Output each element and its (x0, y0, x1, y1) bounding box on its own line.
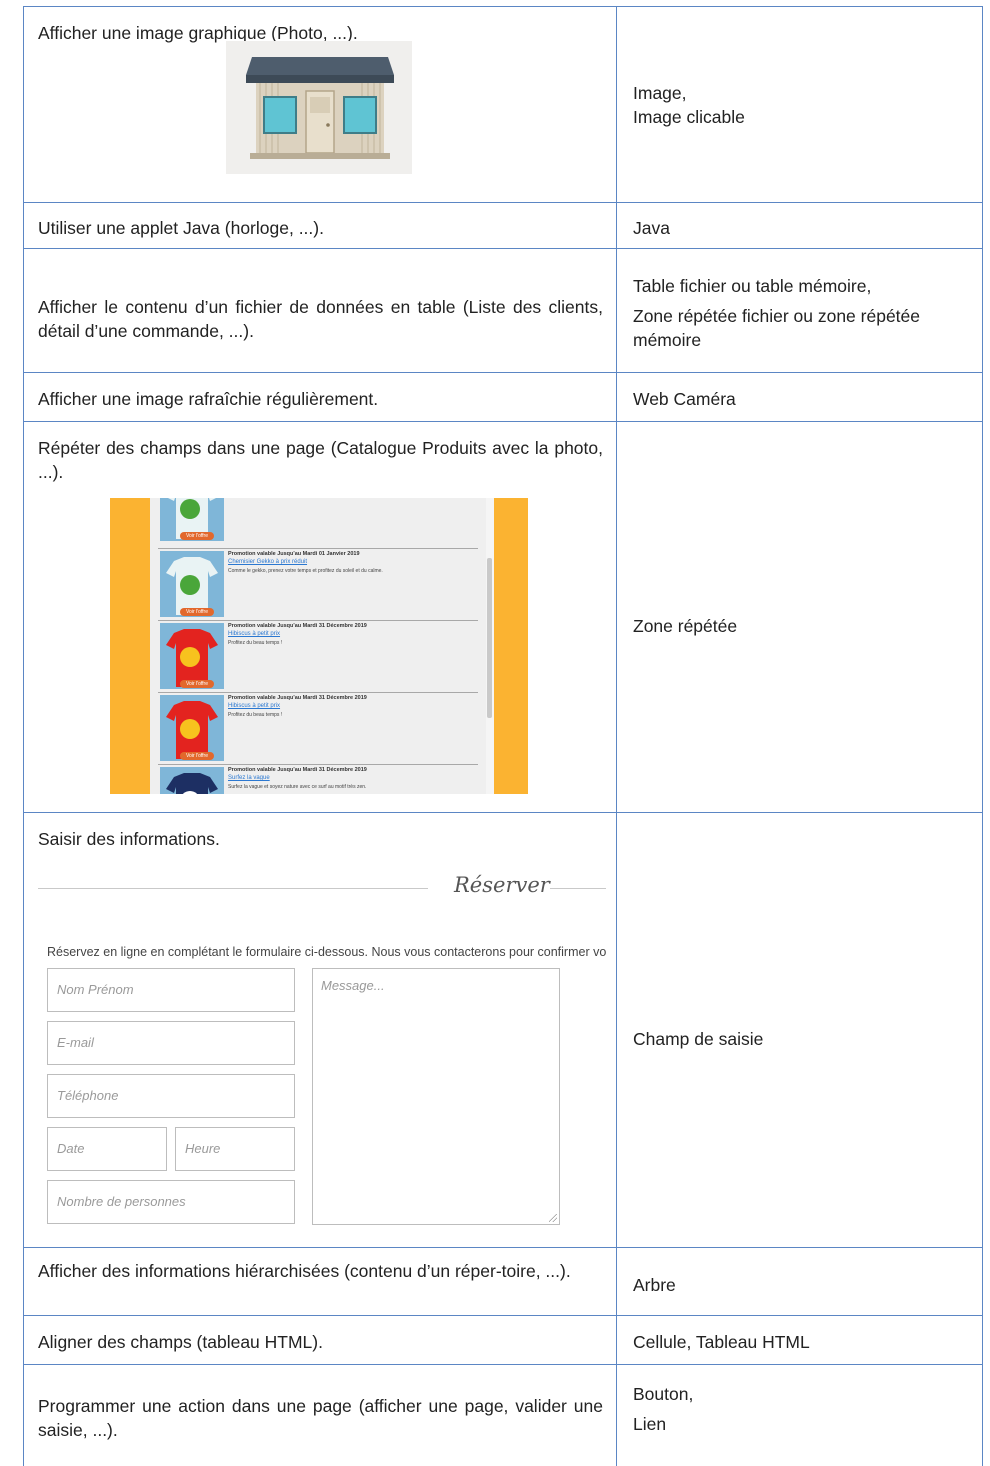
table-row: Aligner des champs (tableau HTML). Cellu… (23, 1315, 983, 1365)
form-intro: Réservez en ligne en complétant le formu… (47, 945, 607, 959)
table-row: Répéter des champs dans une page (Catalo… (23, 421, 983, 813)
view-offer-button[interactable]: Voir l'offre (180, 608, 214, 616)
catalogue-item: Voir l'offre Promotion valable Jusqu'au M… (158, 548, 478, 620)
item-separator (158, 548, 478, 549)
resize-grip-icon[interactable] (549, 1214, 557, 1222)
item-link[interactable]: Chemisier Gekko à prix réduit (228, 559, 307, 565)
row-control: Zone répétée (633, 616, 738, 636)
table-row: Utiliser une applet Java (horloge, ...).… (23, 202, 983, 249)
view-offer-button[interactable]: Voir l'offre (180, 752, 214, 760)
row-description: Afficher une image rafraîchie régulièrem… (38, 389, 379, 409)
row-control: Bouton, Lien (633, 1384, 694, 1434)
item-description: Comme le gekko, prenez votre temps et pr… (228, 568, 383, 574)
row-control: Table fichier ou table mémoire, Zone rép… (633, 276, 920, 350)
name-input[interactable]: Nom Prénom (47, 968, 295, 1012)
people-input[interactable]: Nombre de personnes (47, 1180, 295, 1224)
reservation-form: Réserver Réservez en ligne en complétant… (38, 851, 608, 1251)
view-offer-button[interactable]: Voir l'offre (180, 532, 214, 540)
row-control: Arbre (633, 1275, 676, 1295)
table-row: Afficher le contenu d’un fichier de donn… (23, 248, 983, 373)
table-row: Saisir des informations. Réserver Réserv… (23, 812, 983, 1248)
row-description: Utiliser une applet Java (horloge, ...). (38, 218, 324, 238)
store-photo (226, 41, 412, 174)
email-input[interactable]: E-mail (47, 1021, 295, 1065)
catalogue-screenshot: Voir l'offre Comme le gekko, prenez votre… (110, 498, 528, 794)
catalogue-item: Voir l'offrePromotion valable Jusqu'au M… (158, 764, 478, 794)
table-row: Afficher une image graphique (Photo, ...… (23, 6, 983, 203)
row-description: Programmer une action dans une page (aff… (38, 1396, 603, 1440)
item-description: Surfez la vague et soyez nature avec ce … (228, 784, 367, 790)
item-link[interactable]: Hibiscus à petit prix (228, 703, 280, 709)
table-row: Programmer une action dans une page (aff… (23, 1364, 983, 1466)
row-control: Image, Image clicable (633, 83, 745, 127)
table-row: Afficher des informations hiérarchisées … (23, 1247, 983, 1316)
phone-input[interactable]: Téléphone (47, 1074, 295, 1118)
catalogue-item: Voir l'offre Promotion valable Jusqu'au M… (158, 692, 478, 764)
item-link[interactable]: Surfez la vague (228, 775, 270, 781)
item-title: Promotion valable Jusqu'au Mardi 31 Déce… (228, 623, 367, 629)
time-input[interactable]: Heure (175, 1127, 295, 1171)
row-description: Répéter des champs dans une page (Catalo… (38, 438, 603, 482)
catalogue-scroll-thumb[interactable] (487, 558, 492, 718)
form-title: Réserver (454, 873, 550, 897)
catalogue-list: Voir l'offre Comme le gekko, prenez votre… (150, 498, 486, 794)
title-rule-right (550, 888, 606, 889)
item-title: Promotion valable Jusqu'au Mardi 31 Déce… (228, 695, 367, 701)
date-input[interactable]: Date (47, 1127, 167, 1171)
shirt-photo (160, 767, 224, 794)
catalogue-item: Voir l'offreComme le gekko, prenez votre… (158, 498, 478, 544)
catalogue-item: Voir l'offre Promotion valable Jusqu'au M… (158, 620, 478, 692)
table-row: Afficher une image rafraîchie régulièrem… (23, 372, 983, 422)
view-offer-button[interactable]: Voir l'offre (180, 680, 214, 688)
item-title: Promotion valable Jusqu'au Mardi 31 Déce… (228, 767, 367, 773)
row-control: Cellule, Tableau HTML (633, 1332, 810, 1352)
item-description: Profitez du beau temps ! (228, 712, 283, 718)
title-rule-left (38, 888, 428, 889)
row-control: Champ de saisie (633, 1029, 764, 1049)
row-description: Aligner des champs (tableau HTML). (38, 1332, 323, 1352)
message-textarea[interactable]: Message... (312, 968, 560, 1225)
row-description: Saisir des informations. (38, 829, 220, 849)
item-link[interactable]: Hibiscus à petit prix (228, 631, 280, 637)
row-description: Afficher des informations hiérarchisées … (38, 1261, 571, 1281)
row-control: Java (633, 218, 670, 238)
row-description: Afficher le contenu d’un fichier de donn… (38, 297, 603, 341)
row-control: Web Caméra (633, 389, 736, 409)
item-description: Profitez du beau temps ! (228, 640, 283, 646)
item-separator (158, 620, 478, 621)
item-separator (158, 764, 478, 765)
item-title: Promotion valable Jusqu'au Mardi 01 Janv… (228, 551, 360, 557)
item-separator (158, 692, 478, 693)
